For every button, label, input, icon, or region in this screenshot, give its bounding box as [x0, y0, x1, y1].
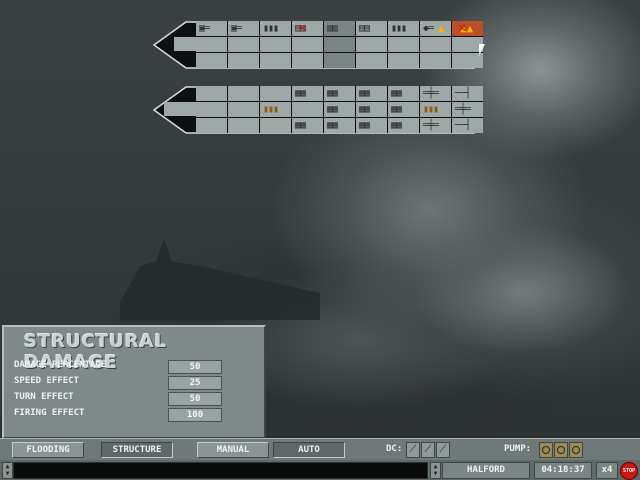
- boiler-icon: ▤▤: [359, 23, 370, 34]
- machinery-icon: ▦▦: [391, 104, 402, 115]
- damage-control-team-icon[interactable]: ⟋: [436, 442, 450, 458]
- auto-button[interactable]: AUTO: [273, 442, 345, 458]
- flooding-button[interactable]: FLOODING: [12, 442, 84, 458]
- compartment-grid-hold: ▦▦ ▦▦ ▦▦ ▦▦ ═╪═ ──┤ ▮▮▮ ▦▦ ▦▦ ▦▦ ▮▮▮ ═╪═ ▦▦ ▦▦ ▦▦ ▦▦ ═…: [196, 86, 483, 133]
- damage-control-team-icon[interactable]: ⟋: [421, 442, 435, 458]
- machinery-icon: ▦▦: [295, 88, 306, 99]
- ammo-icon: ▮▮▮: [423, 104, 439, 115]
- status-bar: ▲ ▼ ▲ ▼ HALFORD 04:18:37 x4 STOP: [0, 460, 640, 480]
- manual-button[interactable]: MANUAL: [197, 442, 269, 458]
- speed-effect-value: 25: [168, 376, 222, 390]
- propeller-icon: ──┤: [455, 88, 471, 99]
- damage-percentage-value: 50: [168, 360, 222, 374]
- speed-effect-row: SPEED EFFECT 25: [14, 376, 254, 390]
- stop-icon[interactable]: STOP: [620, 462, 638, 480]
- turn-effect-row: TURN EFFECT 50: [14, 392, 254, 406]
- shaft-icon: ═╪═: [423, 88, 439, 99]
- firing-effect-row: FIRING EFFECT 100: [14, 408, 254, 422]
- machinery-icon: ▦▦: [327, 88, 338, 99]
- ship-diagram-hold[interactable]: ▦▦ ▦▦ ▦▦ ▦▦ ═╪═ ──┤ ▮▮▮ ▦▦ ▦▦ ▦▦ ▮▮▮ ═╪═ ▦▦ ▦▦ ▦▦ ▦▦ ═…: [152, 84, 492, 136]
- machinery-icon: ▦▦: [359, 104, 370, 115]
- structural-damage-panel: STRUCTURAL DAMAGE DAMAGE PERCENTAGE 50 S…: [2, 325, 266, 439]
- turret-icon: ▣═: [199, 23, 210, 34]
- ship-diagram-deck[interactable]: ▣═ ▣═ ▮▮▮ ▤▤ ✕ ▥▥ ▤▤ ▮▮▮ ◆═ ▲ ▲▲ ✕: [152, 19, 492, 71]
- hatch-icon: ▥▥: [327, 23, 338, 34]
- dc-label: DC:: [386, 444, 403, 454]
- mouse-cursor: [479, 44, 485, 56]
- turn-effect-value: 50: [168, 392, 222, 406]
- machinery-icon: ▦▦: [391, 120, 402, 131]
- damage-percentage-row: DAMAGE PERCENTAGE 50: [14, 360, 254, 374]
- machinery-icon: ▦▦: [391, 88, 402, 99]
- shaft-icon: ═╪═: [423, 120, 439, 131]
- damage-control-team-icon[interactable]: ⟋: [406, 442, 420, 458]
- machinery-icon: ▦▦: [359, 88, 370, 99]
- ship-select-scroll-icon[interactable]: ▲ ▼: [430, 462, 441, 479]
- pump-icon[interactable]: [554, 442, 568, 458]
- ammo-icon: ▮▮▮: [263, 104, 279, 115]
- message-scroll-icon[interactable]: ▲ ▼: [2, 462, 13, 479]
- machinery-icon: ▦▦: [327, 120, 338, 131]
- destroyed-x-icon: ✕: [298, 20, 307, 36]
- machinery-icon: ▦▦: [295, 120, 306, 131]
- destroyed-x-icon: ✕: [458, 20, 467, 36]
- turret-icon: ◆═: [423, 23, 434, 34]
- pump-icon[interactable]: [539, 442, 553, 458]
- propeller-icon: ──┤: [455, 120, 471, 131]
- compartment-grid-deck: ▣═ ▣═ ▮▮▮ ▤▤ ✕ ▥▥ ▤▤ ▮▮▮ ◆═ ▲ ▲▲ ✕: [196, 20, 483, 68]
- time-compression[interactable]: x4: [596, 462, 618, 479]
- machinery-icon: ▦▦: [359, 120, 370, 131]
- machinery-icon: ▦▦: [327, 104, 338, 115]
- ship-name-field[interactable]: HALFORD: [442, 462, 530, 479]
- vent-icon: ▮▮▮: [391, 23, 407, 34]
- vent-icon: ▮▮▮: [263, 23, 279, 34]
- message-log: [13, 462, 428, 479]
- structure-button[interactable]: STRUCTURE: [101, 442, 173, 458]
- pump-label: PUMP:: [504, 444, 532, 454]
- fire-icon: ▲: [438, 22, 445, 35]
- firing-effect-value: 100: [168, 408, 222, 422]
- damage-control-toolbar: FLOODING STRUCTURE MANUAL AUTO DC: ⟋ ⟋ ⟋…: [0, 438, 640, 461]
- game-clock: 04:18:37: [534, 462, 592, 479]
- shaft-icon: ═╪═: [455, 104, 471, 115]
- pump-icon[interactable]: [569, 442, 583, 458]
- turret-icon: ▣═: [231, 23, 242, 34]
